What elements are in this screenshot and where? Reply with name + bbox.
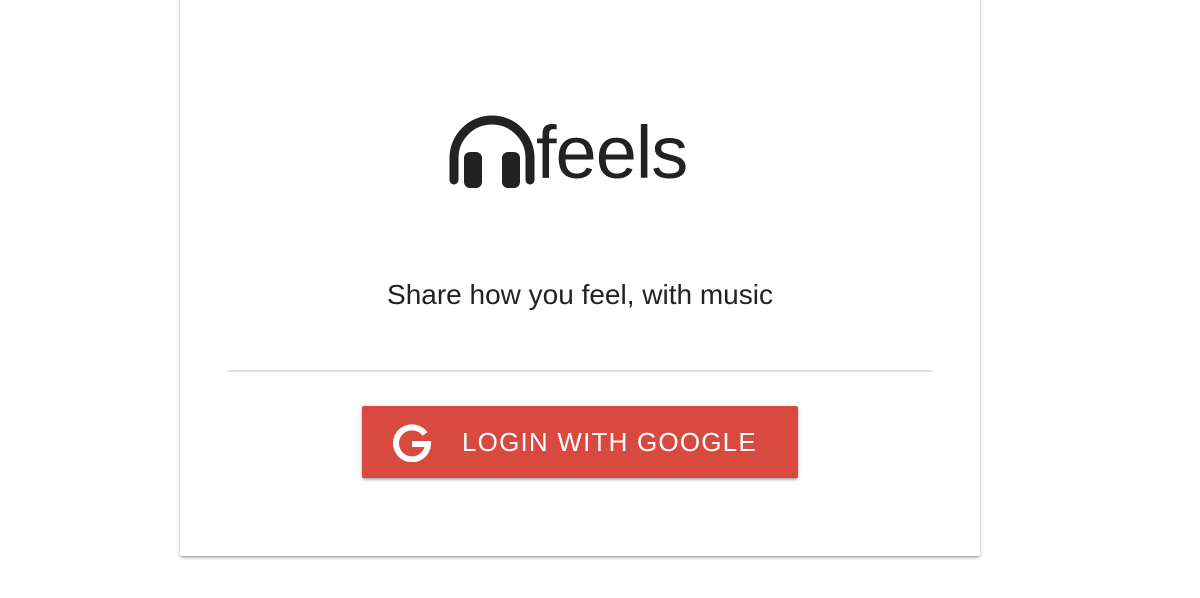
headphones-icon	[446, 108, 538, 188]
login-button-label: LOGIN WITH GOOGLE	[462, 427, 757, 457]
brand-name: feels	[536, 111, 688, 194]
app-logo: feels	[446, 104, 688, 194]
google-g-icon	[392, 422, 432, 463]
login-with-google-button[interactable]: LOGIN WITH GOOGLE	[362, 406, 798, 478]
divider	[228, 370, 932, 372]
login-card: feels Share how you feel, with music LOG…	[180, 0, 980, 556]
tagline: Share how you feel, with music	[387, 279, 773, 310]
